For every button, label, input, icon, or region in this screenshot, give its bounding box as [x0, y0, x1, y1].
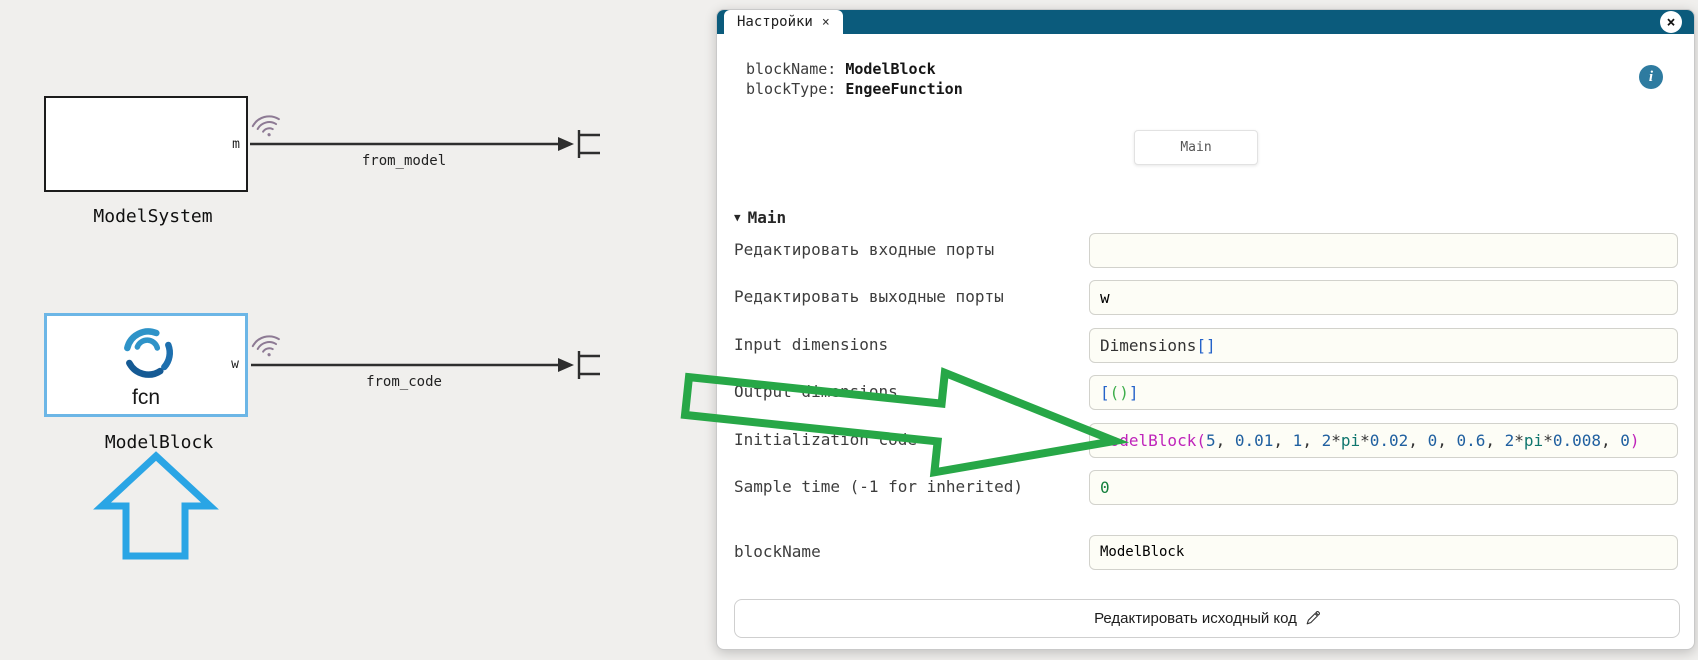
edit-source-code-button[interactable]: Редактировать исходный код: [734, 599, 1680, 638]
panel-header-bar: Настройки × ×: [717, 10, 1694, 34]
input-dimensions-input[interactable]: Dimensions[]: [1089, 328, 1678, 363]
block-name-value: ModelBlock: [845, 60, 935, 78]
output-dimensions-label: Output dimensions: [734, 382, 898, 401]
output-port-label: m: [232, 137, 240, 152]
block-name-modelblock: ModelBlock: [54, 432, 264, 453]
settings-panel: Настройки × × blockName: ModelBlock bloc…: [716, 9, 1695, 650]
block-type-value: EngeeFunction: [845, 80, 962, 98]
edit-source-code-label: Редактировать исходный код: [1094, 610, 1297, 627]
tab-settings[interactable]: Настройки ×: [724, 10, 843, 34]
wifi-signal-icon[interactable]: [251, 114, 282, 140]
block-inner-label-fcn: fcn: [47, 386, 245, 410]
signal-arrowhead: [558, 137, 574, 151]
pencil-icon: [1305, 611, 1320, 626]
tab-main-button[interactable]: Main: [1134, 130, 1258, 165]
initialization-code-input[interactable]: ModelBlock(5, 0.01, 1, 2*pi*0.02, 0, 0.6…: [1089, 423, 1678, 458]
section-header-main[interactable]: ▼ Main: [734, 208, 786, 227]
panel-close-button[interactable]: ×: [1660, 11, 1682, 33]
sink-port-icon: [579, 130, 600, 158]
section-title: Main: [748, 208, 787, 227]
info-icon[interactable]: i: [1639, 65, 1663, 89]
initialization-code-label: Initialization code: [734, 430, 917, 449]
wifi-signal-icon[interactable]: [251, 334, 282, 360]
engee-model-canvas: from_model from_code m ModelSystem: [0, 0, 1698, 660]
edit-input-ports-label: Редактировать входные порты: [734, 240, 994, 259]
edit-input-ports-input[interactable]: [1089, 233, 1678, 268]
block-modelblock[interactable]: fcn w: [44, 313, 248, 417]
block-name-key: blockName:: [746, 60, 845, 78]
block-name-readout: blockName: ModelBlock: [746, 60, 936, 78]
signal-line-from-model[interactable]: from_model: [250, 130, 600, 169]
output-port-label: w: [231, 357, 239, 372]
edit-output-ports-input[interactable]: w: [1089, 280, 1678, 315]
block-name-input[interactable]: ModelBlock: [1089, 535, 1678, 570]
signal-arrowhead: [558, 358, 574, 372]
block-name-label: blockName: [734, 542, 821, 561]
block-type-readout: blockType: EngeeFunction: [746, 80, 963, 98]
block-name-modelsystem: ModelSystem: [48, 206, 258, 227]
output-dimensions-input[interactable]: [()]: [1089, 375, 1678, 410]
tab-close-icon[interactable]: ×: [822, 15, 830, 30]
edit-output-ports-label: Редактировать выходные порты: [734, 287, 1004, 306]
sample-time-input[interactable]: 0: [1089, 470, 1678, 505]
signal-label-from-code: from_code: [366, 374, 442, 390]
block-modelsystem[interactable]: m: [44, 96, 248, 192]
blue-up-arrow-annotation: [102, 456, 210, 556]
block-type-key: blockType:: [746, 80, 845, 98]
signal-label-from-model: from_model: [362, 153, 446, 169]
signal-line-from-code[interactable]: from_code: [251, 351, 600, 390]
sample-time-label: Sample time (-1 for inherited): [734, 477, 1023, 496]
tab-settings-label: Настройки: [737, 14, 813, 30]
sink-port-icon: [579, 351, 600, 379]
input-dimensions-label: Input dimensions: [734, 335, 888, 354]
engee-function-logo-icon: [119, 324, 177, 382]
chevron-down-icon: ▼: [734, 211, 741, 224]
